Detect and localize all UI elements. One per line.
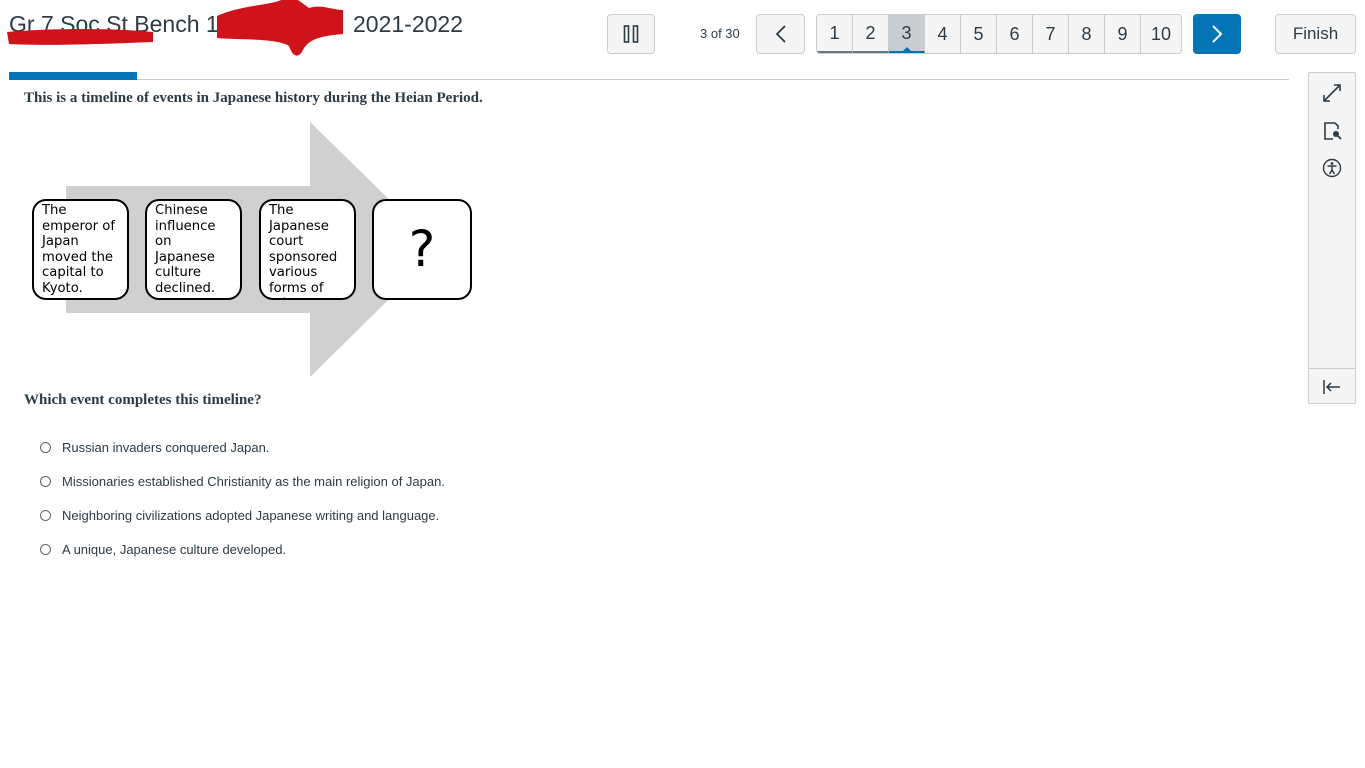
timeline-event-unknown: ? bbox=[372, 199, 472, 300]
page-button-2[interactable]: 2 bbox=[853, 15, 889, 53]
answer-label: Neighboring civilizations adopted Japane… bbox=[62, 507, 440, 523]
finish-button[interactable]: Finish bbox=[1275, 14, 1356, 54]
answer-option-1[interactable]: Russian invaders conquered Japan. bbox=[40, 438, 445, 456]
timeline-event-2: Chinese influence on Japanese culture de… bbox=[145, 199, 242, 300]
accessibility-icon bbox=[1322, 158, 1342, 178]
page-button-10[interactable]: 10 bbox=[1141, 15, 1181, 53]
previous-question-button[interactable] bbox=[756, 14, 805, 54]
page-button-9[interactable]: 9 bbox=[1105, 15, 1141, 53]
side-toolbar bbox=[1308, 72, 1356, 404]
answer-label: A unique, Japanese culture developed. bbox=[62, 541, 287, 557]
radio-button[interactable] bbox=[40, 543, 51, 555]
question-prompt: Which event completes this timeline? bbox=[24, 392, 262, 408]
collapse-panel-button[interactable] bbox=[1321, 376, 1343, 398]
radio-button[interactable] bbox=[40, 475, 51, 487]
document-search-icon bbox=[1324, 122, 1342, 140]
page-button-1[interactable]: 1 bbox=[817, 15, 853, 53]
collapse-panel-icon bbox=[1323, 380, 1340, 394]
document-search-button[interactable] bbox=[1321, 120, 1343, 142]
progress-bar bbox=[9, 72, 137, 80]
radio-button[interactable] bbox=[40, 509, 51, 521]
answer-label: Russian invaders conquered Japan. bbox=[62, 439, 270, 455]
redaction-mark bbox=[7, 0, 343, 56]
accessibility-button[interactable] bbox=[1321, 157, 1343, 179]
chevron-right-icon bbox=[1212, 25, 1223, 43]
answer-list: Russian invaders conquered Japan. Missio… bbox=[40, 438, 445, 574]
page-button-6[interactable]: 6 bbox=[997, 15, 1033, 53]
question-intro: This is a timeline of events in Japanese… bbox=[24, 90, 483, 106]
expand-icon bbox=[1323, 84, 1341, 102]
question-counter: 3 of 30 bbox=[700, 26, 740, 41]
toolbar-divider bbox=[1309, 368, 1355, 369]
question-pager: 1 2 3 4 5 6 7 8 9 10 bbox=[816, 14, 1182, 54]
answer-option-2[interactable]: Missionaries established Christianity as… bbox=[40, 472, 445, 490]
quiz-title-part-2: 2021-2022 bbox=[353, 11, 463, 37]
chevron-left-icon bbox=[775, 25, 786, 43]
next-question-button[interactable] bbox=[1193, 14, 1241, 54]
timeline-event-3: The Japanese court sponsored various for… bbox=[259, 199, 356, 300]
page-button-3[interactable]: 3 bbox=[889, 15, 925, 53]
page-button-4[interactable]: 4 bbox=[925, 15, 961, 53]
answer-option-4[interactable]: A unique, Japanese culture developed. bbox=[40, 540, 445, 558]
header-divider bbox=[9, 79, 1289, 80]
quiz-title: Gr 7 Soc St Bench 1 2021-2022 bbox=[7, 0, 489, 56]
answer-label: Missionaries established Christianity as… bbox=[62, 473, 445, 489]
timeline-event-1: The emperor of Japan moved the capital t… bbox=[32, 199, 129, 300]
timeline-diagram: The emperor of Japan moved the capital t… bbox=[24, 120, 484, 380]
answer-option-3[interactable]: Neighboring civilizations adopted Japane… bbox=[40, 506, 445, 524]
expand-button[interactable] bbox=[1321, 82, 1343, 104]
radio-button[interactable] bbox=[40, 441, 51, 453]
pause-timer-button[interactable] bbox=[607, 14, 655, 54]
page-button-7[interactable]: 7 bbox=[1033, 15, 1069, 53]
page-button-5[interactable]: 5 bbox=[961, 15, 997, 53]
pause-icon bbox=[623, 25, 639, 43]
page-button-8[interactable]: 8 bbox=[1069, 15, 1105, 53]
